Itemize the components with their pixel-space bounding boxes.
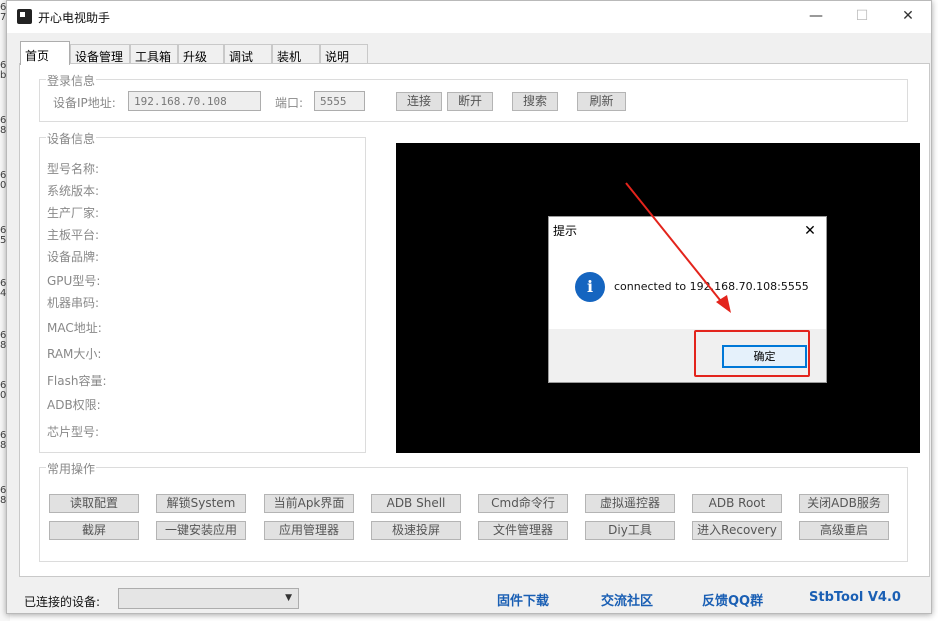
op-adb-shell[interactable]: ADB Shell — [371, 494, 461, 513]
op-cmd[interactable]: Cmd命令行 — [478, 494, 568, 513]
op-recovery[interactable]: 进入Recovery — [692, 521, 782, 540]
connect-button[interactable]: 连接 — [396, 92, 442, 111]
op-file-manager[interactable]: 文件管理器 — [478, 521, 568, 540]
op-screenshot[interactable]: 截屏 — [49, 521, 139, 540]
field-system-version: 系统版本: — [47, 184, 100, 198]
ip-label: 设备IP地址: — [53, 96, 116, 110]
tab-toolbox[interactable]: 工具箱 — [130, 44, 178, 64]
tab-device-manage[interactable]: 设备管理 — [70, 44, 130, 64]
info-icon: i — [575, 272, 605, 302]
ops-group-title: 常用操作 — [46, 460, 97, 477]
field-mac: MAC地址: — [47, 321, 102, 335]
field-flash: Flash容量: — [47, 374, 107, 388]
connected-devices-select[interactable]: ▼ — [118, 588, 299, 609]
search-button[interactable]: 搜索 — [512, 92, 558, 111]
op-unlock-system[interactable]: 解锁System — [156, 494, 246, 513]
op-close-adb[interactable]: 关闭ADB服务 — [799, 494, 889, 513]
field-manufacturer: 生产厂家: — [47, 206, 100, 220]
op-app-manager[interactable]: 应用管理器 — [264, 521, 354, 540]
feedback-qq-link[interactable]: 反馈QQ群 — [702, 590, 763, 609]
port-label: 端口: — [275, 96, 304, 110]
field-model: 型号名称: — [47, 162, 100, 176]
close-icon[interactable]: ✕ — [885, 1, 931, 33]
ip-input[interactable]: 192.168.70.108 — [128, 91, 261, 111]
refresh-button[interactable]: 刷新 — [577, 92, 626, 111]
chevron-down-icon: ▼ — [285, 593, 292, 603]
port-input[interactable]: 5555 — [314, 91, 365, 111]
tab-upgrade[interactable]: 升级 — [178, 44, 224, 64]
tab-debug[interactable]: 调试 — [224, 44, 272, 64]
op-one-click-install[interactable]: 一键安装应用 — [156, 521, 246, 540]
field-gpu: GPU型号: — [47, 274, 101, 288]
op-adb-root[interactable]: ADB Root — [692, 494, 782, 513]
common-ops-group: 常用操作 读取配置 解锁System 当前Apk界面 ADB Shell Cmd… — [39, 460, 908, 562]
disconnect-button[interactable]: 断开 — [447, 92, 493, 111]
field-chip: 芯片型号: — [47, 425, 100, 439]
field-brand: 设备品牌: — [47, 250, 100, 264]
op-virtual-remote[interactable]: 虚拟遥控器 — [585, 494, 675, 513]
tab-home[interactable]: 首页 — [20, 41, 70, 65]
tab-help[interactable]: 说明 — [320, 44, 368, 64]
op-fast-cast[interactable]: 极速投屏 — [371, 521, 461, 540]
close-icon[interactable]: ✕ — [794, 217, 826, 245]
minimize-icon[interactable]: — — [793, 1, 839, 33]
login-group-title: 登录信息 — [46, 72, 97, 89]
login-group: 登录信息 设备IP地址: 192.168.70.108 端口: 5555 连接 … — [39, 72, 908, 122]
field-serial: 机器串码: — [47, 296, 100, 310]
device-group-title: 设备信息 — [46, 130, 97, 147]
op-read-config[interactable]: 读取配置 — [49, 494, 139, 513]
field-adb-permission: ADB权限: — [47, 398, 101, 412]
community-link[interactable]: 交流社区 — [601, 590, 653, 609]
op-diy-tool[interactable]: Diy工具 — [585, 521, 675, 540]
op-advanced-reboot[interactable]: 高级重启 — [799, 521, 889, 540]
annotation-highlight-box — [694, 330, 810, 377]
title-bar: 开心电视助手 — ☐ ✕ — [7, 1, 931, 33]
dialog-message: connected to 192.168.70.108:5555 — [614, 280, 809, 293]
device-info-group: 设备信息 型号名称: 系统版本: 生产厂家: 主板平台: 设备品牌: GPU型号… — [39, 130, 366, 453]
app-icon — [17, 9, 32, 24]
maximize-icon[interactable]: ☐ — [839, 1, 885, 33]
window-title: 开心电视助手 — [38, 11, 111, 25]
connected-devices-label: 已连接的设备: — [24, 595, 101, 609]
firmware-download-link[interactable]: 固件下载 — [497, 590, 549, 609]
dialog-title: 提示 — [553, 224, 578, 238]
field-board-platform: 主板平台: — [47, 228, 100, 242]
op-current-apk[interactable]: 当前Apk界面 — [264, 494, 354, 513]
version-label: StbTool V4.0 — [809, 590, 901, 605]
tab-install[interactable]: 装机 — [272, 44, 320, 64]
field-ram: RAM大小: — [47, 347, 102, 361]
